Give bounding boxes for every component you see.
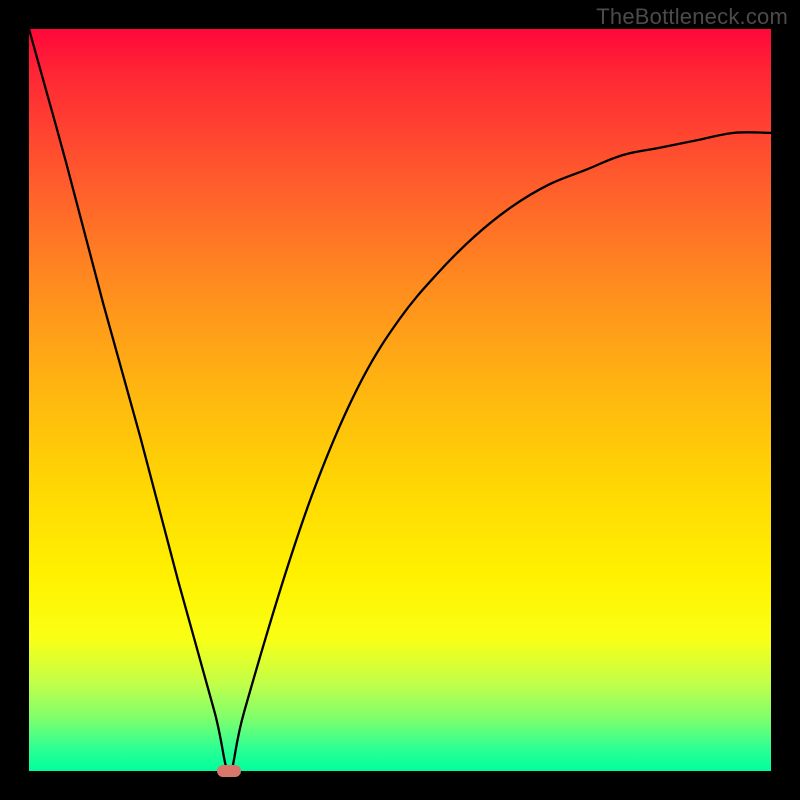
plot-area bbox=[29, 29, 771, 771]
curve-svg bbox=[29, 29, 771, 771]
watermark-text: TheBottleneck.com bbox=[596, 4, 788, 30]
bottleneck-curve bbox=[29, 29, 771, 771]
chart-frame: TheBottleneck.com bbox=[0, 0, 800, 800]
minimum-marker bbox=[217, 765, 241, 777]
